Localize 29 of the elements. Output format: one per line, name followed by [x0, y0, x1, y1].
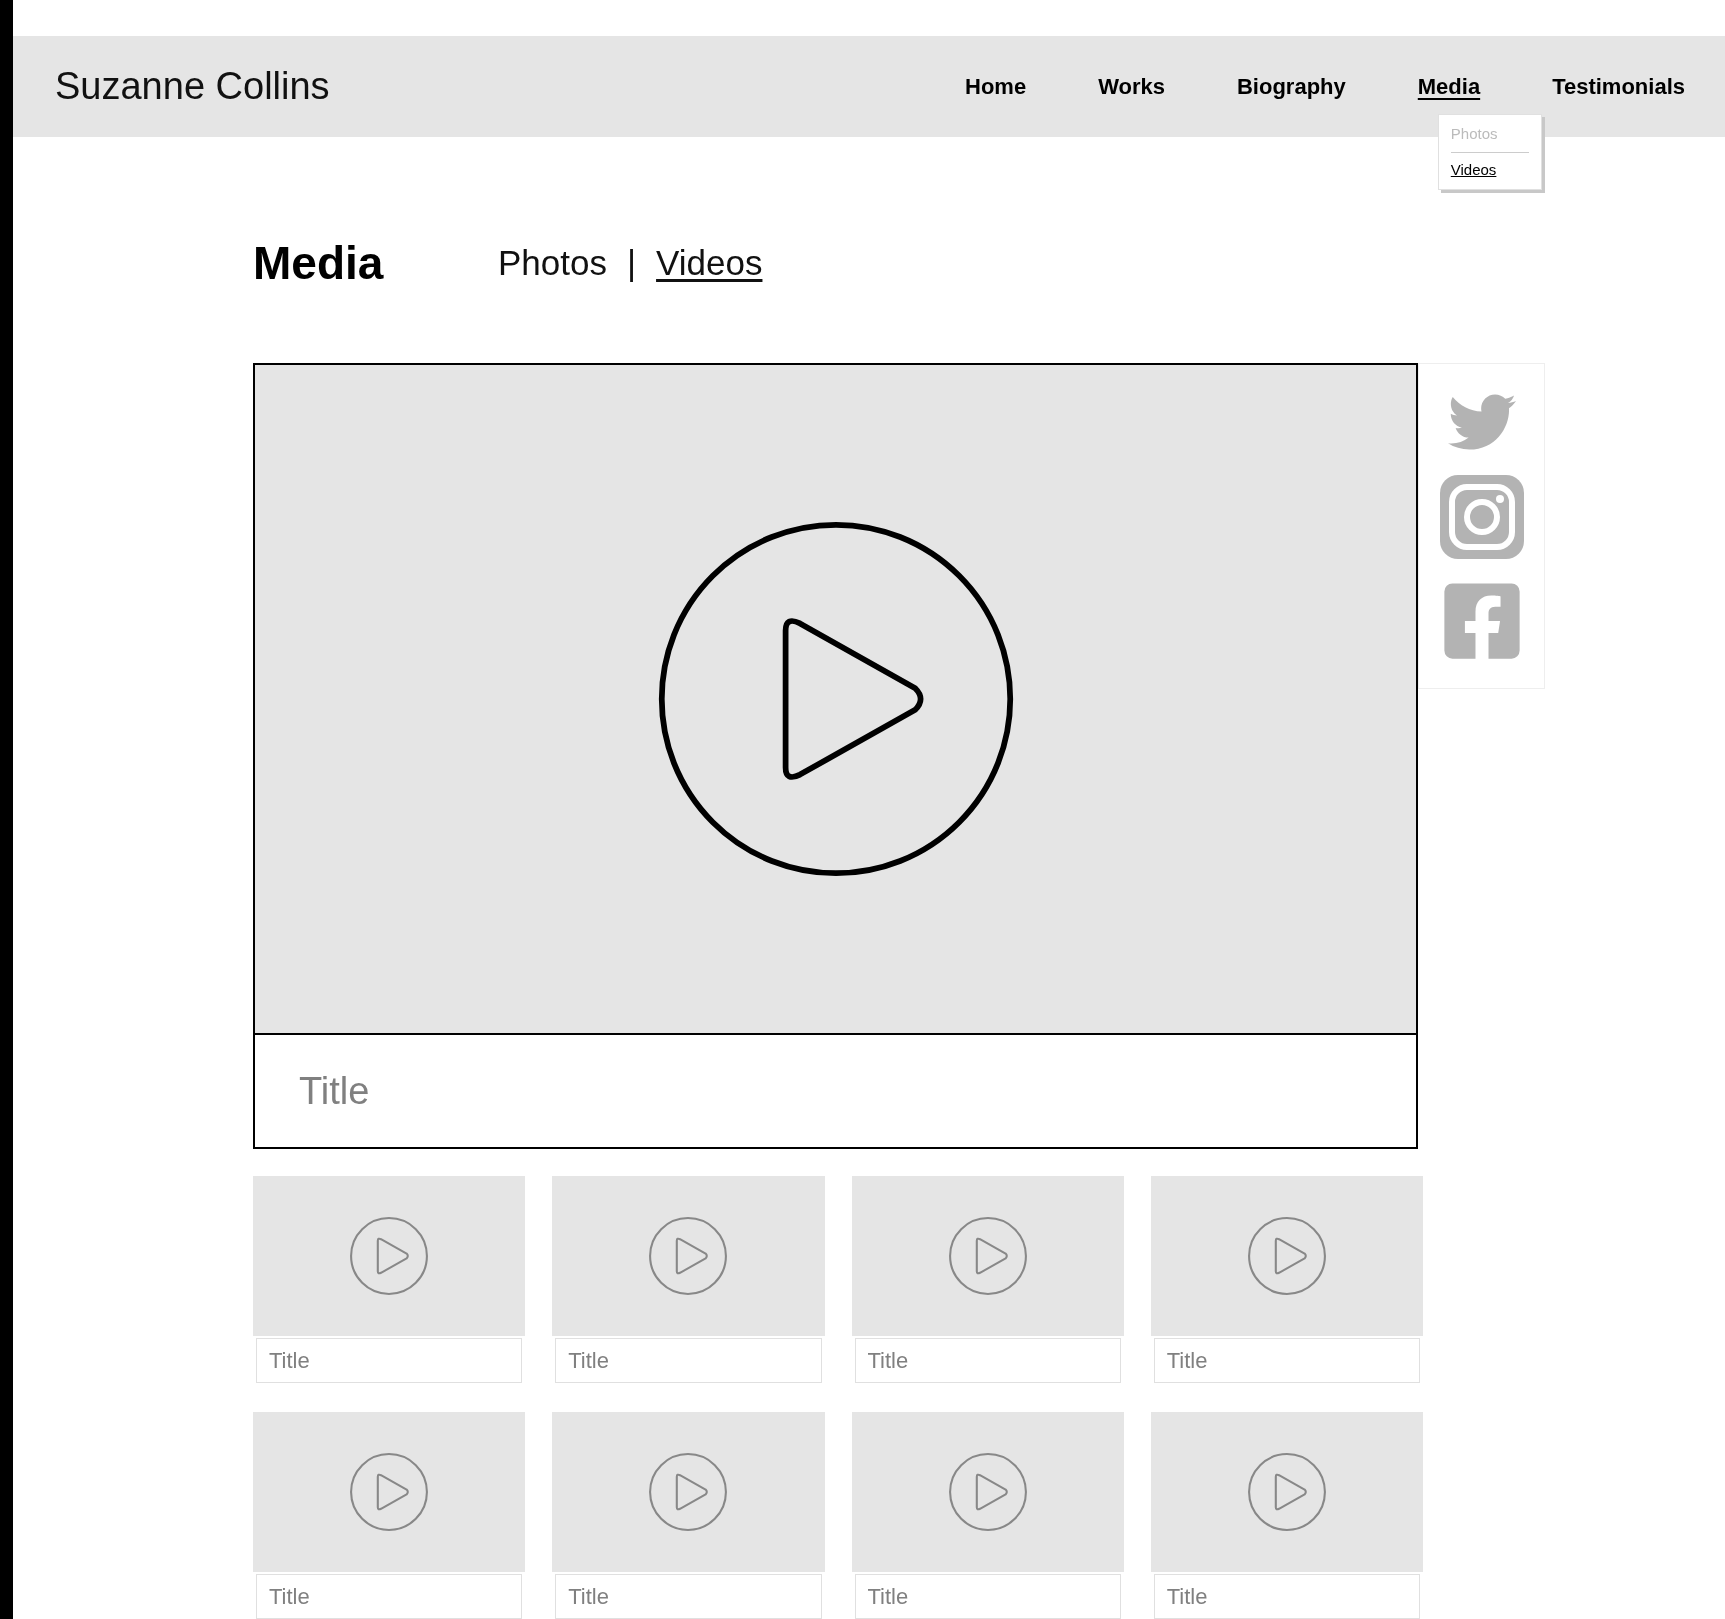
video-title: Title [867, 1583, 909, 1611]
dropdown-item[interactable]: Videos [1450, 158, 1529, 181]
nav-link[interactable]: Media [1417, 74, 1481, 99]
video-thumbnail[interactable] [851, 1412, 1124, 1572]
nav-link[interactable]: Works [1098, 74, 1165, 99]
subnav-link[interactable]: Photos [498, 236, 607, 290]
page-heading: Media [253, 235, 385, 291]
video-title: Title [867, 1347, 909, 1375]
site-title[interactable]: Suzanne Collins [55, 58, 330, 115]
camera-icon[interactable] [1439, 475, 1524, 559]
video-title: Title [1166, 1347, 1208, 1375]
video-thumbnail[interactable] [851, 1176, 1124, 1336]
video-title: Title [269, 1583, 310, 1611]
video-title: Title [299, 1068, 370, 1114]
subnav-link[interactable]: Videos [656, 236, 763, 290]
separator: | [626, 241, 637, 284]
video-title: Title [568, 1347, 609, 1375]
video-title: Title [568, 1583, 609, 1611]
nav-link[interactable]: Testimonials [1552, 74, 1685, 99]
video-thumbnail[interactable] [1150, 1176, 1423, 1336]
video-thumbnail[interactable] [1150, 1412, 1423, 1572]
video-thumbnail[interactable] [552, 1412, 825, 1572]
video-thumbnail[interactable] [253, 1412, 526, 1572]
video-thumbnail[interactable] [253, 1176, 526, 1336]
video-title: Title [269, 1347, 310, 1375]
video-thumbnail[interactable] [552, 1176, 825, 1336]
nav-link[interactable]: Biography [1237, 74, 1346, 99]
video-title: Title [1166, 1583, 1208, 1611]
nav-link[interactable]: Home [965, 74, 1027, 99]
